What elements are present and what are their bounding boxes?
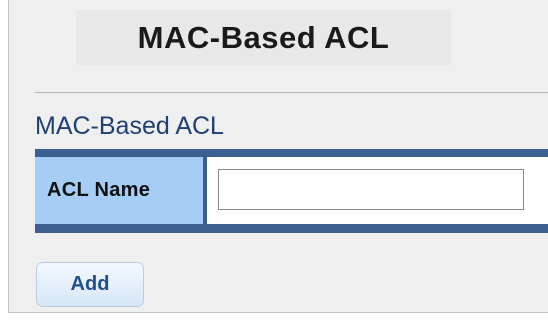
content-panel: MAC-Based ACL MAC-Based ACL ACL Name Add <box>8 0 548 313</box>
acl-name-label: ACL Name <box>47 179 151 201</box>
acl-name-value-cell <box>207 157 548 224</box>
acl-name-label-cell: ACL Name <box>35 157 203 224</box>
acl-form-table: ACL Name <box>35 149 548 233</box>
add-button[interactable]: Add <box>36 262 144 307</box>
section-title: MAC-Based ACL <box>35 112 224 140</box>
header-divider <box>35 92 548 93</box>
acl-name-row: ACL Name <box>35 157 548 224</box>
acl-name-input[interactable] <box>218 169 524 210</box>
page-title: MAC-Based ACL <box>137 19 390 55</box>
page-header: MAC-Based ACL <box>76 10 451 65</box>
